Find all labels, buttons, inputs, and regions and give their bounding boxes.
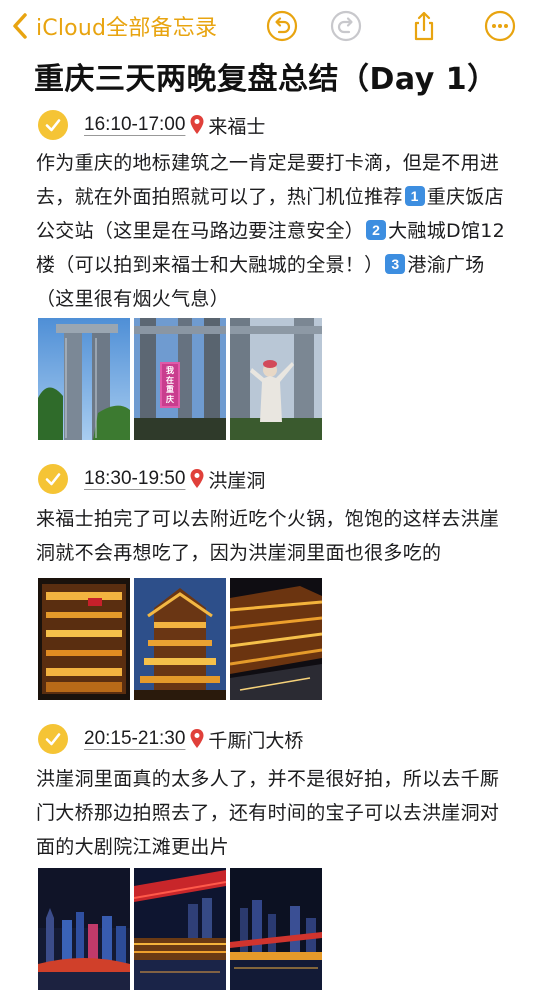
location-pin-icon [190, 469, 204, 488]
photo-row-2 [38, 578, 322, 700]
qiansimen-bridge-photo-1[interactable] [38, 868, 130, 990]
hongyadong-night-photo-2[interactable] [134, 578, 226, 700]
more-icon [484, 10, 516, 42]
place-name: 千厮门大桥 [208, 729, 304, 752]
number-badge-1: 1 [404, 186, 425, 206]
checkmark-icon [45, 473, 61, 486]
checkbox-2[interactable] [38, 464, 68, 494]
checkbox-1[interactable] [38, 110, 68, 140]
checkmark-icon [45, 119, 61, 132]
checkbox-3[interactable] [38, 724, 68, 754]
chevron-left-icon [13, 13, 27, 39]
undo-button[interactable] [266, 10, 298, 42]
redo-button[interactable] [330, 10, 362, 42]
number-badge-3: 3 [385, 254, 406, 274]
more-button[interactable] [484, 10, 516, 42]
navigation-bar: iCloud全部备忘录 [0, 0, 540, 52]
note-title[interactable]: 重庆三天两晚复盘总结（Day 1） [34, 54, 498, 98]
share-button[interactable] [408, 10, 440, 42]
raffles-tower-photo[interactable] [38, 318, 130, 440]
raffles-sign-photo[interactable]: 我在重庆 [134, 318, 226, 440]
place-name: 来福士 [208, 115, 266, 138]
redo-icon [330, 10, 362, 42]
back-label: iCloud全部备忘录 [36, 16, 218, 41]
hongyadong-night-photo-1[interactable] [38, 578, 130, 700]
location-pin-icon [190, 115, 204, 134]
raffles-person-photo[interactable] [230, 318, 322, 440]
section-header-3: 20:15-21:30 千厮门大桥 [38, 722, 303, 756]
hongyadong-night-photo-3[interactable] [230, 578, 322, 700]
time-range: 16:10-17:00 [84, 114, 186, 135]
section-text-3[interactable]: 洪崖洞里面真的太多人了，并不是很好拍，所以去千厮门大桥那边拍照去了，还有时间的宝… [36, 762, 514, 864]
place-name: 洪崖洞 [208, 469, 266, 492]
time-range: 20:15-21:30 [84, 728, 186, 749]
photo-row-1: 我在重庆 [38, 318, 322, 440]
qiansimen-bridge-photo-3[interactable] [230, 868, 322, 990]
photo-row-3 [38, 868, 322, 990]
sign-text: 我在重庆 [166, 366, 174, 404]
section-header-2: 18:30-19:50 洪崖洞 [38, 462, 265, 496]
section-text-2[interactable]: 来福士拍完了可以去附近吃个火锅，饱饱的这样去洪崖洞就不会再想吃了，因为洪崖洞里面… [36, 502, 514, 570]
section-text-1[interactable]: 作为重庆的地标建筑之一肯定是要打卡滴，但是不用进去，就在外面拍照就可以了，热门机… [36, 146, 514, 316]
time-range: 18:30-19:50 [84, 468, 186, 489]
undo-icon [266, 10, 298, 42]
number-badge-2: 2 [366, 220, 387, 240]
checkmark-icon [45, 733, 61, 746]
qiansimen-bridge-photo-2[interactable] [134, 868, 226, 990]
location-pin-icon [190, 729, 204, 748]
share-icon [414, 11, 434, 41]
back-button[interactable]: iCloud全部备忘录 [10, 8, 217, 44]
section-header-1: 16:10-17:00 来福士 [38, 108, 265, 142]
